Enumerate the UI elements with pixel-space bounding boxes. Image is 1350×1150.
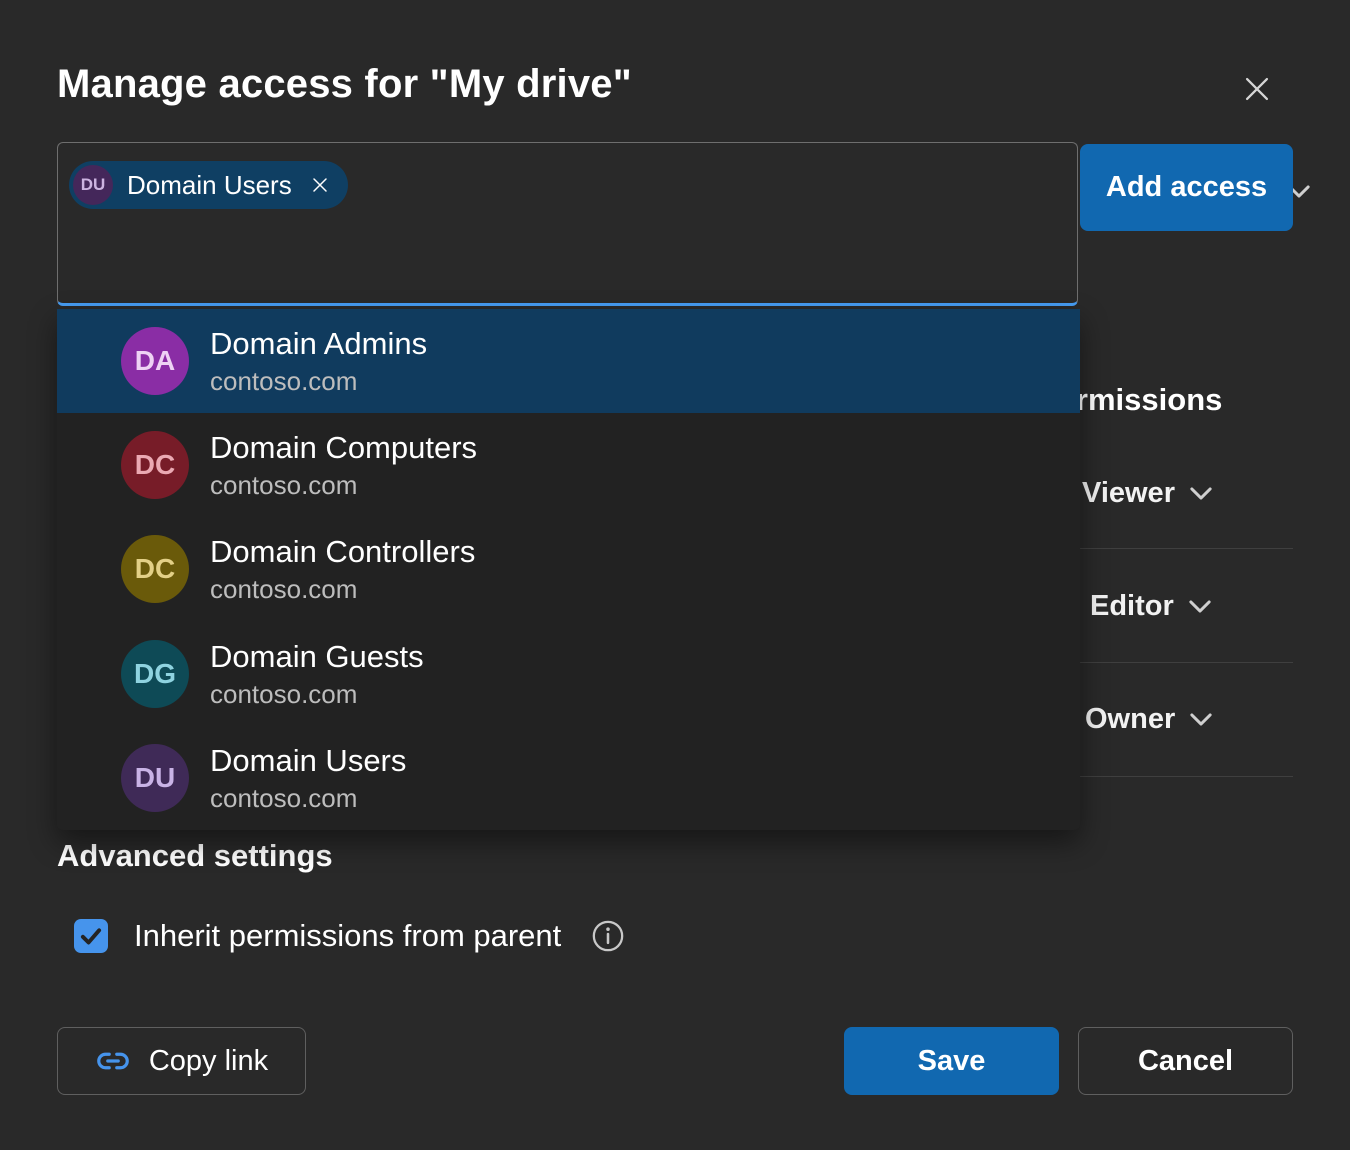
- suggestion-name: Domain Computers: [210, 428, 477, 468]
- suggestion-domain: contoso.com: [210, 677, 424, 711]
- permission-role-value: Owner: [1085, 703, 1175, 736]
- chevron-down-icon: [1190, 486, 1212, 501]
- suggestion-item[interactable]: DA Domain Admins contoso.com: [57, 309, 1080, 413]
- suggestion-domain: contoso.com: [210, 364, 427, 398]
- suggestion-domain: contoso.com: [210, 781, 406, 815]
- advanced-settings-heading: Advanced settings: [57, 838, 333, 874]
- save-button[interactable]: Save: [844, 1027, 1059, 1095]
- add-access-button[interactable]: Add access: [1080, 144, 1293, 231]
- inherit-permissions-checkbox[interactable]: [74, 919, 108, 953]
- page-title: Manage access for "My drive": [57, 62, 632, 107]
- avatar: DA: [121, 327, 189, 395]
- avatar: DU: [121, 744, 189, 812]
- suggestion-name: Domain Controllers: [210, 532, 475, 572]
- avatar: DC: [121, 431, 189, 499]
- suggestion-item[interactable]: DU Domain Users contoso.com: [57, 726, 1080, 830]
- permission-role-dropdown[interactable]: Owner: [1085, 698, 1212, 740]
- permission-role-value: Editor: [1090, 590, 1174, 623]
- chip-label: Domain Users: [127, 170, 292, 201]
- inherit-permissions-label: Inherit permissions from parent: [134, 918, 561, 954]
- permission-role-value: Viewer: [1082, 477, 1175, 510]
- avatar: DG: [121, 640, 189, 708]
- checkmark-icon: [78, 923, 104, 949]
- suggestion-item[interactable]: DC Domain Computers contoso.com: [57, 413, 1080, 517]
- inherit-permissions-row: Inherit permissions from parent: [74, 916, 625, 956]
- copy-link-button[interactable]: Copy link: [57, 1027, 306, 1095]
- permission-role-dropdown[interactable]: Viewer: [1082, 472, 1212, 514]
- copy-link-label: Copy link: [149, 1045, 268, 1078]
- close-icon: [1240, 72, 1274, 106]
- suggestion-domain: contoso.com: [210, 468, 477, 502]
- people-picker-input[interactable]: DU Domain Users dom: [57, 142, 1078, 306]
- suggestion-name: Domain Guests: [210, 637, 424, 677]
- chevron-down-icon: [1190, 712, 1212, 727]
- suggestion-name: Domain Admins: [210, 324, 427, 364]
- cancel-button[interactable]: Cancel: [1078, 1027, 1293, 1095]
- avatar: DU: [73, 165, 113, 205]
- permission-role-dropdown[interactable]: Editor: [1090, 585, 1211, 627]
- avatar: DC: [121, 535, 189, 603]
- suggestion-item[interactable]: DC Domain Controllers contoso.com: [57, 517, 1080, 621]
- suggestion-flyout: DA Domain Admins contoso.com DC Domain C…: [57, 309, 1080, 830]
- suggestion-domain: contoso.com: [210, 572, 475, 606]
- chip-remove-button[interactable]: [308, 173, 332, 197]
- chevron-down-icon: [1189, 599, 1211, 614]
- close-icon: [308, 173, 332, 197]
- info-icon[interactable]: [591, 919, 625, 953]
- close-button[interactable]: [1234, 66, 1280, 112]
- selected-chip-domain-users[interactable]: DU Domain Users: [69, 161, 348, 209]
- suggestion-item[interactable]: DG Domain Guests contoso.com: [57, 622, 1080, 726]
- link-icon: [95, 1043, 131, 1079]
- suggestion-name: Domain Users: [210, 741, 406, 781]
